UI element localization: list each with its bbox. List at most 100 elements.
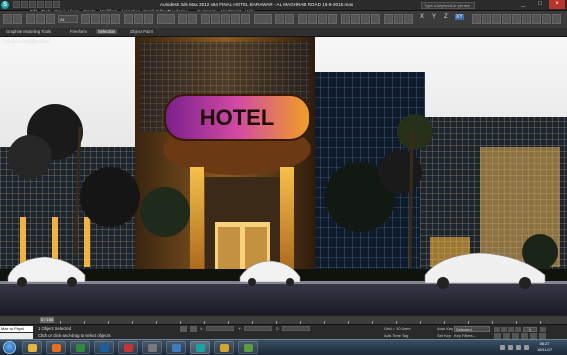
extrude-icon[interactable] <box>482 14 491 24</box>
maximize-button[interactable]: □ <box>532 0 548 9</box>
minimize-button[interactable]: _ <box>515 0 531 9</box>
attach-icon[interactable] <box>552 14 561 24</box>
absolute-mode-icon[interactable] <box>190 326 197 332</box>
start-button[interactable] <box>3 341 16 354</box>
axis-xy-button[interactable]: XY <box>455 14 464 20</box>
snaps-toggle-icon[interactable] <box>211 14 220 24</box>
selection-filter-dropdown[interactable]: All <box>58 15 78 23</box>
x-coordinate-field[interactable] <box>206 326 234 331</box>
add-time-tag[interactable]: Add Time Tag <box>384 333 408 338</box>
taskbar-clock[interactable]: 06:27 16/11/17 <box>537 341 552 353</box>
rendered-frame-window-icon[interactable] <box>361 14 370 24</box>
tray-flag-icon[interactable] <box>516 345 521 350</box>
key-filters-button[interactable]: Key Filters... <box>454 333 476 338</box>
reference-coordinate-dropdown[interactable] <box>157 14 175 24</box>
restrict-plane-icon[interactable] <box>472 14 481 24</box>
effects-icon[interactable] <box>394 14 403 24</box>
pivot-point-icon[interactable] <box>178 14 187 24</box>
search-input[interactable]: Type a keyword or phrase <box>421 2 475 9</box>
undo-icon[interactable] <box>37 1 44 8</box>
save-file-icon[interactable] <box>29 1 36 8</box>
window-crossing-icon[interactable] <box>111 14 120 24</box>
percent-snap-icon[interactable] <box>231 14 240 24</box>
teapot-render-icon[interactable] <box>404 14 413 24</box>
weld-icon[interactable] <box>542 14 551 24</box>
previous-frame-icon[interactable] <box>501 327 507 332</box>
render-setup-icon[interactable] <box>351 14 360 24</box>
align-icon[interactable] <box>285 14 294 24</box>
schematic-view-icon[interactable] <box>328 14 337 24</box>
connect-icon[interactable] <box>522 14 531 24</box>
manipulate-icon[interactable] <box>188 14 197 24</box>
tab-freeform[interactable]: Freeform <box>68 29 89 34</box>
undo-icon[interactable] <box>3 14 12 24</box>
time-config-icon[interactable] <box>540 327 546 332</box>
spinner-snap-icon[interactable] <box>241 14 250 24</box>
viewport-label[interactable]: [+][Camera001][Realistic] <box>3 39 50 44</box>
rotate-icon[interactable] <box>134 14 143 24</box>
taskbar-photoshop-icon[interactable] <box>94 341 114 354</box>
next-frame-icon[interactable] <box>515 327 521 332</box>
bevel-icon[interactable] <box>492 14 501 24</box>
tray-battery-icon[interactable] <box>524 345 529 350</box>
current-frame-field[interactable]: 0 <box>523 327 537 332</box>
redo-icon[interactable] <box>13 14 22 24</box>
relax-icon[interactable] <box>532 14 541 24</box>
lock-selection-icon[interactable] <box>180 326 187 332</box>
time-slider[interactable]: 0 / 100 <box>40 317 54 323</box>
taskbar-explorer-icon[interactable] <box>22 341 42 354</box>
taskbar-app-icon[interactable] <box>214 341 234 354</box>
axis-y-button[interactable]: Y <box>432 14 436 20</box>
z-coordinate-field[interactable] <box>282 326 310 331</box>
axis-x-button[interactable]: X <box>420 14 424 20</box>
tab-object-paint[interactable]: Object Paint <box>128 29 155 34</box>
tray-network-icon[interactable] <box>500 345 505 350</box>
taskbar-browser-icon[interactable] <box>70 341 90 354</box>
scale-icon[interactable] <box>144 14 153 24</box>
key-mode-dropdown[interactable]: Selected <box>454 326 490 332</box>
maxscript-listener-input[interactable]: Max to Physi <box>0 326 33 332</box>
layer-manager-icon[interactable] <box>298 14 307 24</box>
bind-space-warp-icon[interactable] <box>46 14 55 24</box>
select-object-icon[interactable] <box>81 14 90 24</box>
taskbar-app-icon[interactable] <box>118 341 138 354</box>
project-folder-icon[interactable] <box>53 1 60 8</box>
taskbar-app-icon[interactable] <box>238 341 258 354</box>
selection-status: 1 Object Selected <box>38 326 72 331</box>
open-file-icon[interactable] <box>21 1 28 8</box>
close-button[interactable]: × <box>549 0 565 9</box>
render-production-icon[interactable] <box>371 14 380 24</box>
taskbar-media-player-icon[interactable] <box>46 341 66 354</box>
taskbar-app-icon[interactable] <box>166 341 186 354</box>
set-key-button[interactable]: Set Key <box>437 333 451 338</box>
environment-icon[interactable] <box>384 14 393 24</box>
tab-graphite-modeling-tools[interactable]: Graphite Modeling Tools <box>4 29 53 34</box>
axis-z-button[interactable]: Z <box>444 14 448 20</box>
named-selection-sets-dropdown[interactable] <box>254 14 272 24</box>
redo-icon[interactable] <box>45 1 52 8</box>
auto-key-button[interactable]: Auto Key <box>437 326 453 331</box>
material-editor-icon[interactable] <box>341 14 350 24</box>
camera-viewport[interactable]: HOTEL [+][Camera001][Realistic] <box>0 37 567 322</box>
mirror-icon[interactable] <box>275 14 284 24</box>
play-icon[interactable] <box>508 327 514 332</box>
graphite-toggle-icon[interactable] <box>308 14 317 24</box>
taskbar-app-icon[interactable] <box>142 341 162 354</box>
new-file-icon[interactable] <box>13 1 20 8</box>
keyboard-shortcut-icon[interactable] <box>201 14 210 24</box>
chamfer-icon[interactable] <box>502 14 511 24</box>
tab-selection[interactable]: Selection <box>96 29 118 34</box>
unlink-icon[interactable] <box>36 14 45 24</box>
3ds-max-logo-icon[interactable]: S <box>1 1 9 9</box>
bridge-icon[interactable] <box>512 14 521 24</box>
select-by-name-icon[interactable] <box>91 14 100 24</box>
link-icon[interactable] <box>26 14 35 24</box>
tray-volume-icon[interactable] <box>508 345 513 350</box>
taskbar-3ds-max-icon[interactable] <box>190 341 210 354</box>
angle-snap-icon[interactable] <box>221 14 230 24</box>
go-to-start-icon[interactable] <box>494 327 500 332</box>
rectangular-selection-icon[interactable] <box>101 14 110 24</box>
y-coordinate-field[interactable] <box>244 326 272 331</box>
move-icon[interactable] <box>124 14 133 24</box>
curve-editor-icon[interactable] <box>318 14 327 24</box>
